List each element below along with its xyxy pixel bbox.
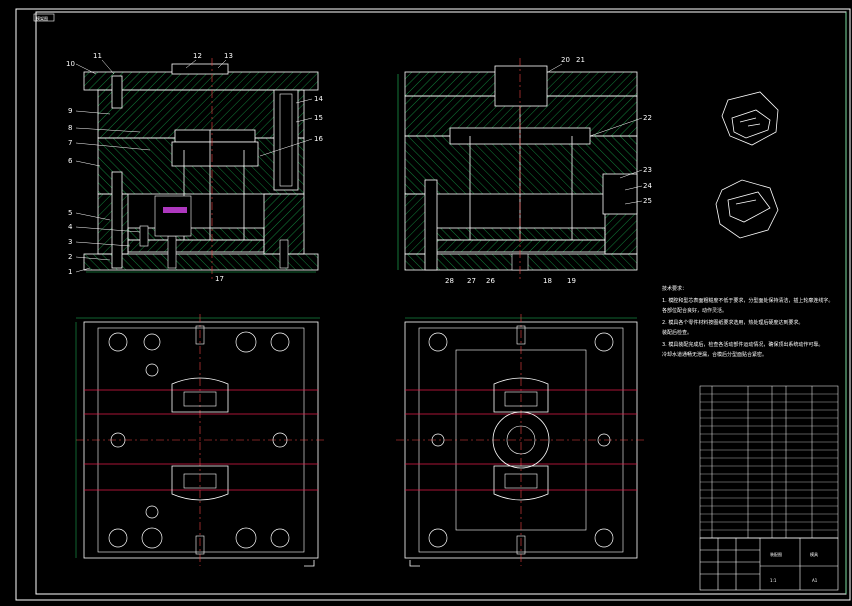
callout-16: 16: [314, 135, 323, 143]
callout-8: 8: [68, 124, 72, 132]
callout-17: 17: [215, 275, 224, 283]
callout-26: 26: [486, 277, 495, 285]
tech-requirements: 技术要求： 1. 模腔和型芯表面粗糙度不低于要求，分型面处保持清洁，插上轮廓连线…: [662, 285, 833, 358]
tech-requirements-title: 技术要求：: [662, 285, 687, 292]
callout-5: 5: [68, 209, 72, 217]
title-block: [699, 537, 839, 591]
callout-12: 12: [193, 52, 202, 60]
section-view-b: [397, 58, 638, 280]
parts-list-rows: [700, 393, 838, 539]
title-block-drawing-title: 装配图: [770, 551, 782, 557]
tech-line-3: 2. 模具各个零件材料按图纸要求选用，热处理后硬度达到要求。: [662, 319, 803, 326]
mold-assembly-drawing: 模架图 10 11 12 13 9 8 7 6 14 15 16 5 4 3 2…: [15, 8, 851, 601]
plan-view-a: [75, 314, 326, 567]
callout-28: 28: [445, 277, 454, 285]
callout-23: 23: [643, 166, 652, 174]
tech-line-1: 1. 模腔和型芯表面粗糙度不低于要求，分型面处保持清洁，插上轮廓连线字。: [662, 297, 833, 304]
callout-25: 25: [643, 197, 652, 205]
parts-list: [699, 385, 839, 539]
callout-20: 20: [561, 56, 570, 64]
tech-line-2: 各部位配合良好，动作灵活。: [662, 307, 727, 314]
callout-19: 19: [567, 277, 576, 285]
callout-3: 3: [68, 238, 72, 246]
callout-1: 1: [68, 268, 72, 276]
tech-line-6: 冷却水道通畅无泄漏，合模后分型面贴合紧密。: [662, 351, 767, 358]
callout-21: 21: [576, 56, 585, 64]
plan-view-b: [396, 314, 646, 567]
callout-18: 18: [543, 277, 552, 285]
callout-27: 27: [467, 277, 476, 285]
part-isometric-top: [721, 91, 779, 146]
title-block-code: 模具: [810, 551, 818, 557]
title-block-scale: 1:1: [770, 578, 777, 583]
part-isometric-bottom: [715, 179, 779, 239]
callout-11: 11: [93, 52, 102, 60]
callout-13: 13: [224, 52, 233, 60]
corner-tag: 模架图: [36, 15, 48, 21]
tech-line-4: 装配后检查。: [662, 329, 692, 336]
callout-10: 10: [66, 60, 75, 68]
callout-9: 9: [68, 107, 72, 115]
callout-14: 14: [314, 95, 323, 103]
callout-4: 4: [68, 223, 73, 231]
callout-24: 24: [643, 182, 652, 190]
tech-line-5: 3. 模具装配完成后，检查各活动部件运动情况，确保顶出系统动作可靠。: [662, 341, 823, 348]
callout-7: 7: [68, 139, 72, 147]
title-block-sheet: A1: [812, 578, 818, 583]
callout-2: 2: [68, 253, 72, 261]
callout-15: 15: [314, 114, 323, 122]
section-view-a: [83, 58, 319, 280]
callout-6: 6: [68, 157, 73, 165]
callout-22: 22: [643, 114, 652, 122]
